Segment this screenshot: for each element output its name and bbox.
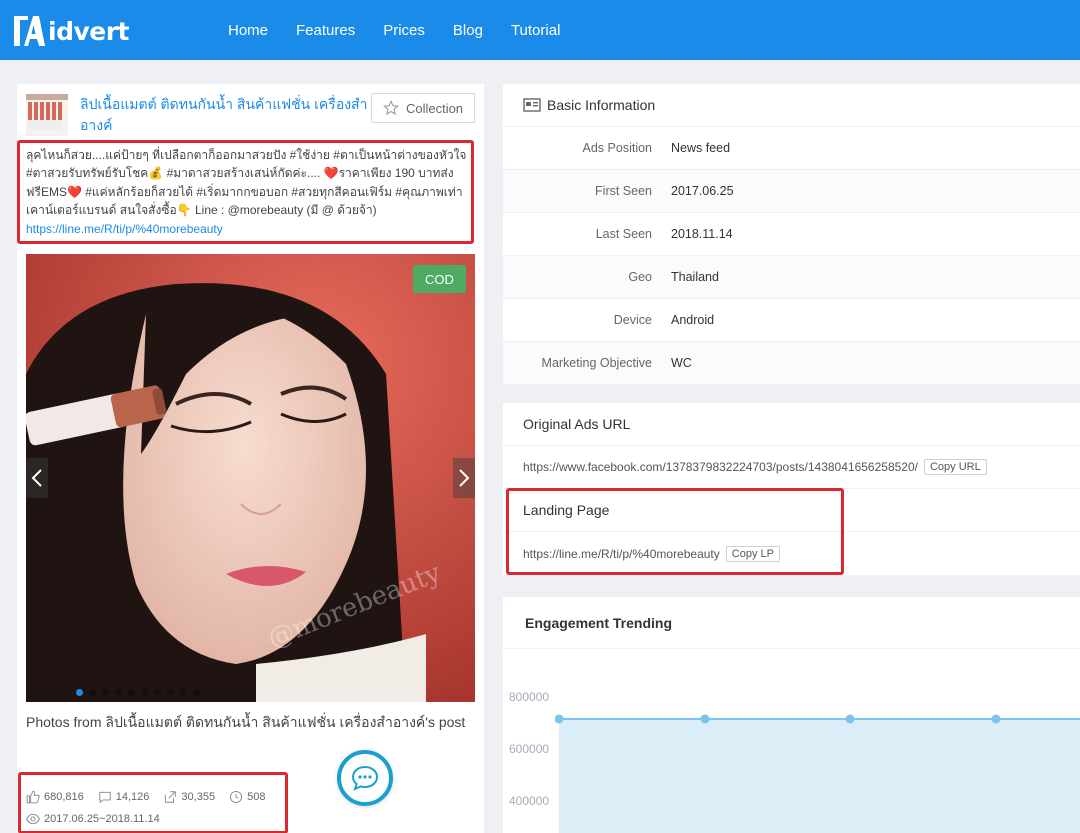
basic-info-header: Basic Information [503, 84, 1080, 127]
ad-card: ลิปเนื้อแมตต์ ติดทนกันน้ำ สินค้าแฟชั่น เ… [17, 84, 484, 833]
photo-caption: Photos from ลิปเนื้อแมตต์ ติดทนกันน้ำ สิ… [26, 714, 466, 730]
chat-button[interactable] [337, 750, 393, 806]
chart-point[interactable] [991, 714, 1001, 724]
cod-badge: COD [413, 265, 466, 293]
original-url-header: Original Ads URL [503, 403, 1080, 446]
collection-label: Collection [405, 100, 464, 116]
carousel-dot[interactable] [102, 689, 109, 696]
chevron-right-icon [459, 469, 470, 487]
nav-prices[interactable]: Prices [383, 22, 425, 39]
info-row-last-seen: Last Seen 2018.11.14 [503, 213, 1080, 256]
collection-button[interactable]: Collection [371, 93, 475, 123]
chat-bubble-icon [351, 765, 379, 791]
star-icon [383, 100, 399, 116]
brand-name: idvert [48, 16, 130, 46]
y-tick-800000: 800000 [509, 690, 550, 704]
carousel-dot[interactable] [115, 689, 122, 696]
carousel-dot[interactable] [180, 689, 187, 696]
logo-mark-icon [12, 13, 46, 49]
carousel-dot[interactable] [89, 689, 96, 696]
engagement-header: Engagement Trending [503, 597, 1080, 649]
basic-info-card: Basic Information Ads Position News feed… [503, 84, 1080, 385]
info-row-geo: Geo Thailand [503, 256, 1080, 299]
nav-features[interactable]: Features [296, 22, 355, 39]
basic-info-title: Basic Information [547, 97, 656, 113]
chart-area-fill [559, 719, 1080, 833]
carousel-dot[interactable] [141, 689, 148, 696]
nav-blog[interactable]: Blog [453, 22, 483, 39]
original-url-text[interactable]: https://www.facebook.com/137837983222470… [523, 460, 918, 474]
carousel-next-button[interactable] [453, 458, 475, 498]
ad-photo: @morebeauty [26, 254, 475, 702]
info-row-first-seen: First Seen 2017.06.25 [503, 170, 1080, 213]
engagement-chart [555, 714, 1080, 833]
original-url-row: https://www.facebook.com/137837983222470… [503, 446, 1080, 489]
main-nav: Home Features Prices Blog Tutorial [228, 0, 588, 60]
advertiser-name[interactable]: ลิปเนื้อแมตต์ ติดทนกันน้ำ สินค้าแฟชั่น เ… [80, 94, 372, 136]
copy-url-button[interactable]: Copy URL [923, 459, 987, 475]
carousel-dot[interactable] [193, 689, 200, 696]
carousel-dot[interactable] [76, 689, 83, 696]
info-row-marketing-objective: Marketing Objective WC [503, 342, 1080, 385]
chart-point[interactable] [845, 714, 855, 724]
engagement-card: Engagement Trending 800000 600000 400000 [503, 597, 1080, 833]
y-tick-600000: 600000 [509, 742, 550, 756]
ad-copy-highlight [17, 140, 474, 244]
stats-highlight [18, 772, 288, 833]
engagement-title: Engagement Trending [525, 614, 673, 631]
info-row-ads-position: Ads Position News feed [503, 127, 1080, 170]
carousel-dot[interactable] [167, 689, 174, 696]
id-card-icon [523, 98, 541, 112]
carousel-dot[interactable] [154, 689, 161, 696]
advertiser-avatar[interactable] [26, 94, 68, 136]
info-row-device: Device Android [503, 299, 1080, 342]
top-navbar: idvert Home Features Prices Blog Tutoria… [0, 0, 1080, 60]
landing-page-highlight [506, 488, 844, 575]
ad-image-carousel[interactable]: @morebeauty COD [26, 254, 475, 702]
carousel-indicators [76, 689, 206, 696]
chevron-left-icon [31, 469, 42, 487]
nav-tutorial[interactable]: Tutorial [511, 22, 560, 39]
original-url-title: Original Ads URL [523, 416, 631, 432]
carousel-prev-button[interactable] [26, 458, 48, 498]
logo[interactable]: idvert [12, 11, 130, 51]
carousel-dot[interactable] [128, 689, 135, 696]
y-tick-400000: 400000 [509, 794, 550, 808]
chart-point[interactable] [700, 714, 710, 724]
nav-home[interactable]: Home [228, 22, 268, 39]
